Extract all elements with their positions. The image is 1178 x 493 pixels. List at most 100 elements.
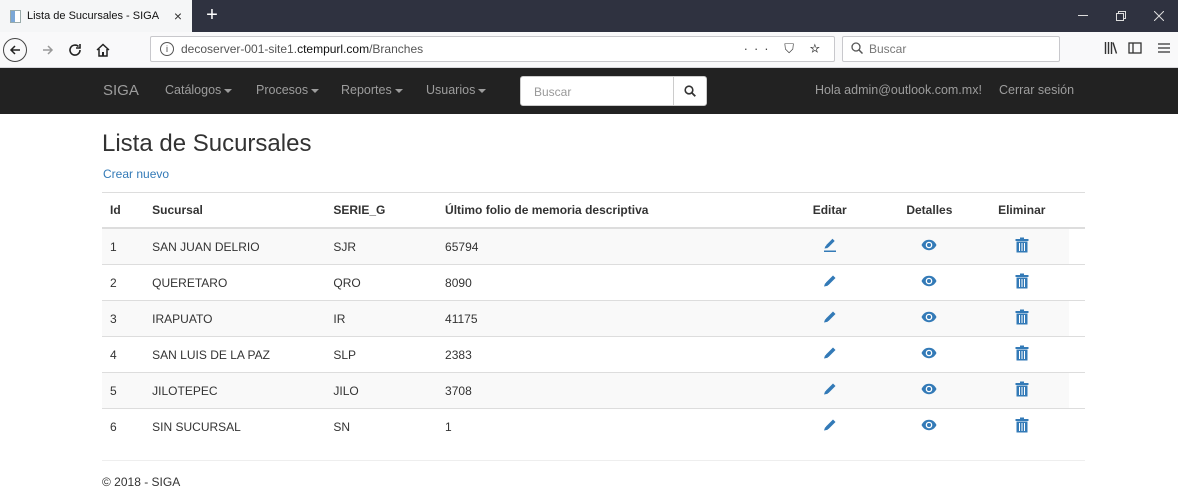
trash-icon[interactable] (1015, 309, 1029, 328)
header-branch: Sucursal (144, 192, 326, 229)
header-id: Id (102, 192, 145, 229)
menu-catalogos[interactable]: Catálogos (165, 83, 233, 97)
cell-series: SN (325, 408, 438, 444)
branches-table: Id Sucursal SERIE_G Último folio de memo… (102, 192, 1085, 444)
trash-icon[interactable] (1015, 417, 1029, 436)
cell-folio: 8090 (437, 264, 776, 301)
cell-id: 4 (102, 336, 145, 373)
address-url: decoserver-001-site1.ctempurl.com/Branch… (181, 42, 424, 56)
cell-spacer (1068, 372, 1085, 409)
pencil-icon[interactable] (822, 417, 838, 436)
trash-icon[interactable] (1015, 345, 1029, 364)
cell-spacer (1068, 336, 1085, 373)
pencil-icon[interactable] (822, 309, 838, 328)
cell-edit (775, 227, 885, 265)
cell-edit (775, 408, 885, 444)
eye-icon[interactable] (921, 239, 937, 254)
menu-label: Catálogos (165, 83, 222, 97)
eye-icon[interactable] (921, 419, 937, 434)
cell-details (884, 264, 975, 301)
caret-down-icon (224, 88, 233, 93)
cell-spacer (1068, 227, 1085, 265)
cell-branch: SIN SUCURSAL (144, 408, 326, 444)
trash-icon[interactable] (1015, 381, 1029, 400)
restore-window-icon[interactable] (1102, 0, 1140, 32)
browser-search-bar[interactable]: Buscar (842, 36, 1060, 62)
create-new-link[interactable]: Crear nuevo (103, 167, 169, 181)
library-icon[interactable] (1104, 41, 1118, 58)
cell-spacer (1068, 264, 1085, 301)
cell-folio: 3708 (437, 372, 776, 409)
search-input[interactable]: Buscar (520, 76, 674, 106)
home-icon[interactable] (91, 38, 115, 62)
browser-tab[interactable]: Lista de Sucursales - SIGA × (0, 0, 192, 32)
caret-down-icon (478, 88, 487, 93)
logout-link[interactable]: Cerrar sesión (999, 83, 1074, 97)
cell-series: QRO (325, 264, 438, 301)
page-favicon-icon (10, 9, 21, 23)
cell-spacer (1068, 300, 1085, 337)
cell-branch: SAN JUAN DELRIO (144, 227, 326, 265)
tab-title: Lista de Sucursales - SIGA (27, 10, 160, 22)
pencil-icon[interactable] (822, 345, 838, 364)
header-delete: Eliminar (974, 192, 1069, 229)
browser-tab-strip: Lista de Sucursales - SIGA × + (0, 0, 1178, 32)
table-row: 6 SIN SUCURSAL SN 1 (102, 408, 1085, 444)
brand-link[interactable]: SIGA (103, 82, 139, 99)
browser-search-placeholder: Buscar (869, 42, 907, 56)
cell-spacer (1068, 408, 1085, 444)
cell-delete (974, 227, 1069, 265)
eye-icon[interactable] (921, 347, 937, 362)
footer-text: © 2018 - SIGA (102, 475, 181, 489)
pencil-icon[interactable] (822, 237, 838, 256)
eye-icon[interactable] (921, 383, 937, 398)
new-tab-button[interactable]: + (200, 3, 224, 27)
menu-procesos[interactable]: Procesos (256, 83, 320, 97)
tab-close-icon[interactable]: × (168, 8, 188, 24)
site-info-icon[interactable]: i (160, 42, 174, 56)
search-button[interactable] (673, 76, 707, 106)
table-row: 1 SAN JUAN DELRIO SJR 65794 (102, 227, 1085, 265)
pencil-icon[interactable] (822, 381, 838, 400)
cell-folio: 65794 (437, 227, 776, 265)
reload-icon[interactable] (63, 38, 87, 62)
minimize-window-icon[interactable] (1064, 0, 1102, 32)
page-title: Lista de Sucursales (102, 130, 312, 157)
menu-icon[interactable] (1158, 41, 1170, 57)
cell-edit (775, 336, 885, 373)
menu-label: Procesos (256, 83, 309, 97)
browser-toolbar: i decoserver-001-site1.ctempurl.com/Bran… (0, 32, 1178, 68)
user-greeting-link[interactable]: Hola admin@outlook.com.mx! (815, 83, 982, 97)
cell-edit (775, 372, 885, 409)
table-row: 3 IRAPUATO IR 41175 (102, 300, 1085, 337)
forward-arrow-icon[interactable] (36, 38, 60, 62)
back-arrow-icon[interactable] (3, 38, 27, 62)
table-header-row: Id Sucursal SERIE_G Último folio de memo… (102, 192, 1085, 229)
menu-label: Reportes (341, 83, 392, 97)
cell-series: SJR (325, 227, 438, 265)
search-icon (684, 85, 696, 97)
menu-usuarios[interactable]: Usuarios (426, 83, 487, 97)
cell-branch: JILOTEPEC (144, 372, 326, 409)
header-folio: Último folio de memoria descriptiva (437, 192, 776, 229)
cell-folio: 1 (437, 408, 776, 444)
menu-reportes[interactable]: Reportes (341, 83, 403, 97)
cell-delete (974, 408, 1069, 444)
cell-edit (775, 300, 885, 337)
cell-details (884, 372, 975, 409)
table-row: 2 QUERETARO QRO 8090 (102, 264, 1085, 301)
page-actions-icons[interactable]: ··· ⛉ ☆ (744, 41, 826, 57)
cell-details (884, 408, 975, 444)
trash-icon[interactable] (1015, 273, 1029, 292)
close-window-icon[interactable] (1140, 0, 1178, 32)
address-bar[interactable]: i decoserver-001-site1.ctempurl.com/Bran… (150, 36, 835, 62)
cell-branch: SAN LUIS DE LA PAZ (144, 336, 326, 373)
sidebar-icon[interactable] (1128, 41, 1142, 58)
cell-folio: 2383 (437, 336, 776, 373)
eye-icon[interactable] (921, 311, 937, 326)
trash-icon[interactable] (1015, 237, 1029, 256)
header-edit: Editar (775, 192, 885, 229)
cell-details (884, 300, 975, 337)
eye-icon[interactable] (921, 275, 937, 290)
pencil-icon[interactable] (822, 273, 838, 292)
